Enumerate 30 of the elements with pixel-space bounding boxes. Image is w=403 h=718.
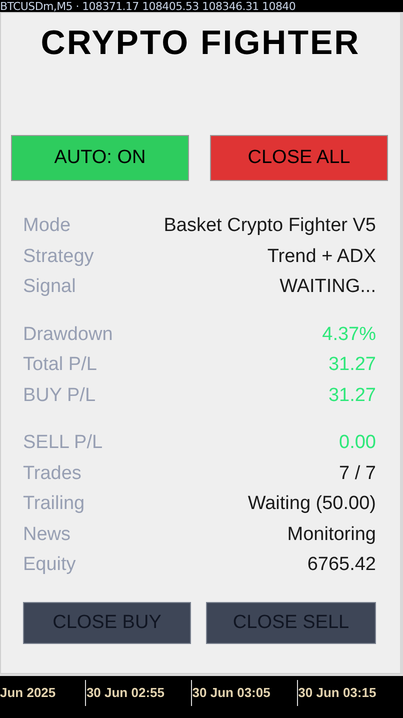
info-value: Basket Crypto Fighter V5 xyxy=(164,215,376,238)
info-label: Total P/L xyxy=(23,354,97,376)
info-label: Trades xyxy=(23,462,82,485)
info-label: Signal xyxy=(23,276,76,298)
info-value: 31.27 xyxy=(328,384,376,407)
info-value: 6765.42 xyxy=(307,554,376,576)
auto-toggle-button[interactable]: AUTO: ON xyxy=(11,135,189,181)
info-value: 4.37% xyxy=(322,324,376,346)
info-label: Strategy xyxy=(23,246,94,268)
info-label: Mode xyxy=(23,215,71,238)
time-axis-label: 30 Jun 03:05 xyxy=(192,685,270,700)
info-value: Waiting (50.00) xyxy=(248,493,376,516)
time-axis-label: Jun 2025 xyxy=(0,685,56,700)
time-axis-label: 30 Jun 02:55 xyxy=(86,685,164,700)
panel-title: CRYPTO FIGHTER xyxy=(40,23,362,63)
info-value: Monitoring xyxy=(287,524,376,546)
info-label: Drawdown xyxy=(23,324,113,346)
chart-symbol-header: BTCUSDm,M5 · 108371.17 108405.53 108346.31 10840 xyxy=(0,1,296,12)
info-label: Trailing xyxy=(23,493,85,516)
info-label: News xyxy=(23,524,71,546)
info-value: WAITING... xyxy=(280,276,376,298)
info-label: Equity xyxy=(23,554,76,576)
time-axis-label: 30 Jun 03:15 xyxy=(298,685,376,700)
close-all-button[interactable]: CLOSE ALL xyxy=(210,135,388,181)
info-value: 31.27 xyxy=(328,354,376,376)
info-label: SELL P/L xyxy=(23,432,103,454)
info-label: BUY P/L xyxy=(23,384,96,407)
info-value: Trend + ADX xyxy=(267,246,376,268)
info-value: 7 / 7 xyxy=(339,462,376,485)
info-value: 0.00 xyxy=(339,432,376,454)
